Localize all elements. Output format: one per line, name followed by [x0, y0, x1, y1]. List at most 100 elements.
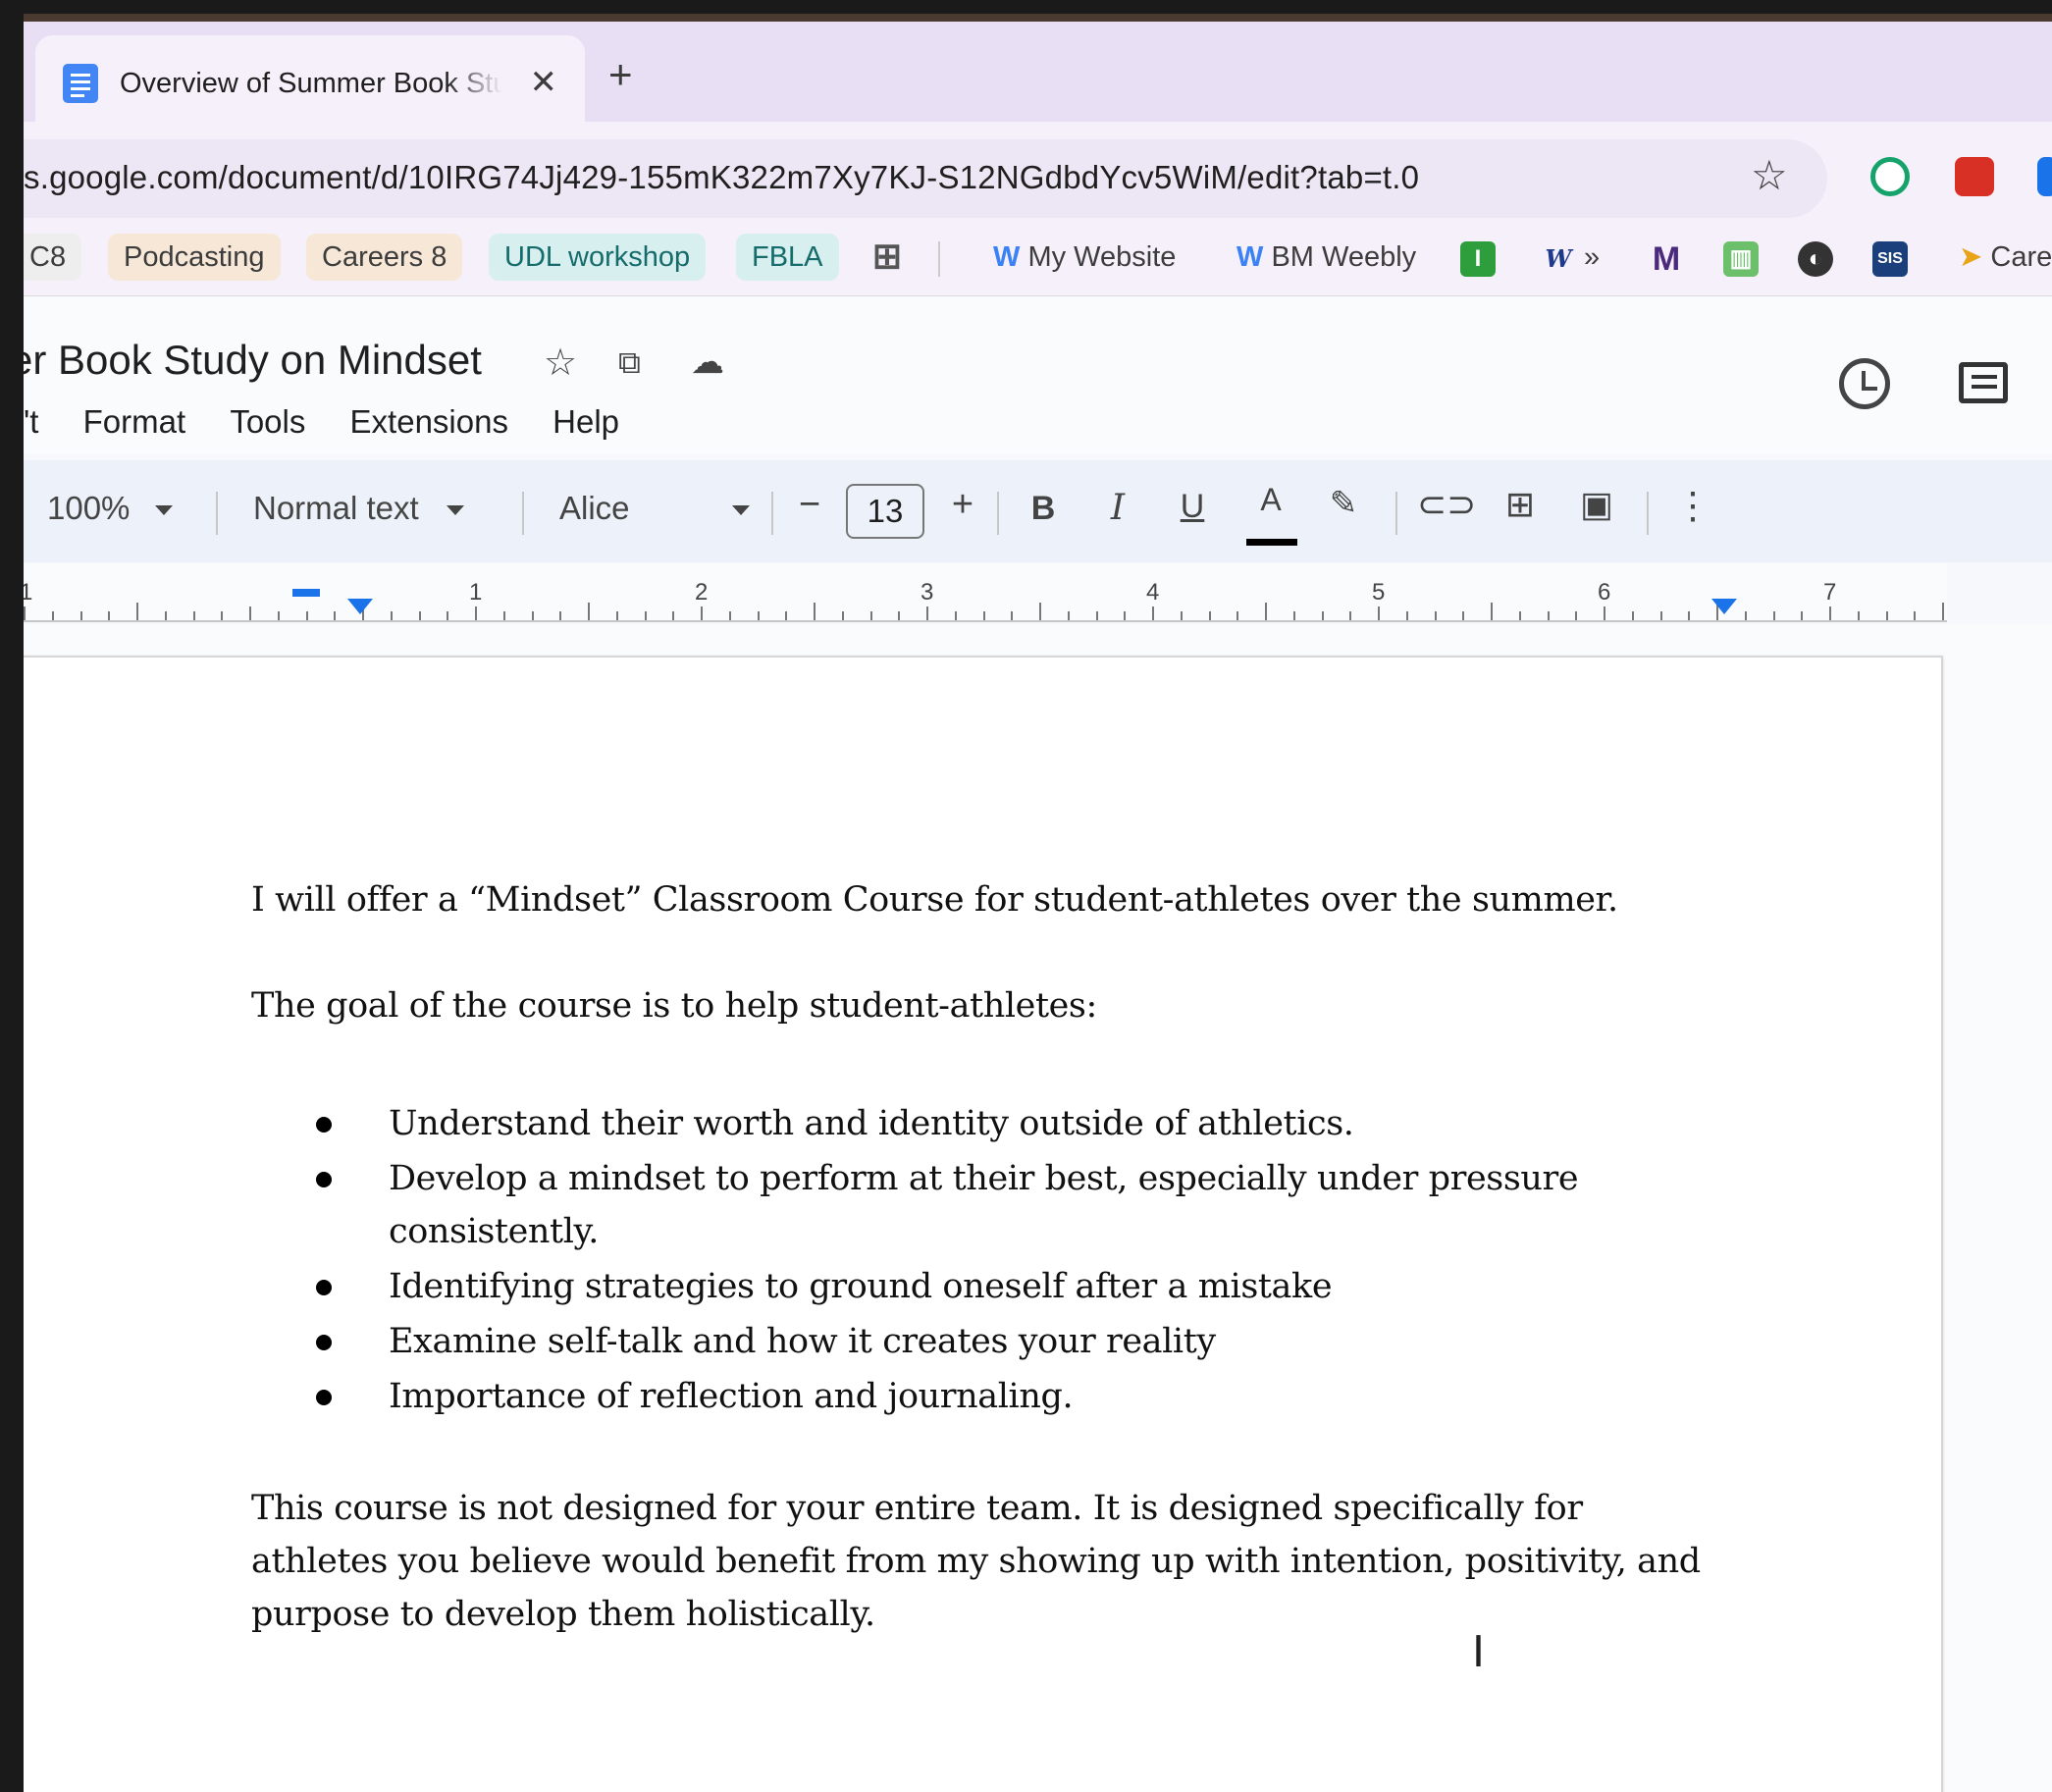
paragraph-intro[interactable]: I will offer a “Mindset” Classroom Cours…: [251, 873, 1782, 926]
decrease-font-size-button[interactable]: −: [785, 484, 834, 526]
menu-bar: 't Format Tools Extensions Help: [24, 403, 655, 441]
browser-toolbar: s.google.com/document/d/10IRG74Jj429-155…: [24, 122, 2052, 220]
bookmark-podcasting[interactable]: Podcasting: [108, 234, 281, 281]
formatting-toolbar: 100% Normal text Alice − 13 + B I U A ✎ …: [24, 460, 2052, 562]
increase-font-size-button[interactable]: +: [938, 484, 987, 526]
ruler-tick: [1659, 611, 1662, 620]
left-indent-marker[interactable]: [347, 599, 373, 614]
toolbar-divider: [216, 492, 218, 535]
green-bookmark-icon[interactable]: ▥: [1723, 241, 1759, 277]
font-size-input[interactable]: 13: [846, 484, 924, 539]
browser-tab[interactable]: Overview of Summer Book Study on Mindset…: [35, 35, 585, 132]
ruler-label: 6: [1598, 579, 1611, 606]
ruler-tick: [1575, 611, 1578, 620]
document-title[interactable]: er Book Study on Mindset: [24, 337, 482, 384]
italic-button[interactable]: I: [1093, 488, 1142, 528]
add-comment-icon[interactable]: ⊞: [1496, 484, 1545, 525]
ruler-label: 4: [1146, 579, 1160, 606]
bookmark-c8[interactable]: C8: [24, 234, 82, 281]
toolbar-divider: [1647, 492, 1649, 535]
ruler-tick: [869, 611, 872, 620]
ruler-tick: [1744, 611, 1747, 620]
menu-format[interactable]: Format: [83, 403, 186, 441]
m-bookmark-icon[interactable]: M: [1649, 241, 1684, 277]
ruler-tick: [192, 611, 195, 620]
ruler-tick: [1857, 611, 1860, 620]
list-item[interactable]: Examine self-talk and how it creates you…: [308, 1315, 1682, 1368]
ruler-tick: [1095, 611, 1098, 620]
extension-icon[interactable]: [2037, 157, 2052, 196]
apps-grid-icon[interactable]: ⊞: [869, 238, 905, 277]
menu-insert[interactable]: 't: [24, 403, 38, 441]
bookmark-careers-8[interactable]: Careers 8: [306, 234, 463, 281]
insert-image-icon[interactable]: ▣: [1572, 484, 1621, 525]
grammarly-extension-icon[interactable]: [1870, 157, 1910, 196]
paragraph-audience[interactable]: This course is not designed for your ent…: [251, 1482, 1704, 1641]
more-bookmarks-chevron[interactable]: »: [1568, 234, 1615, 281]
list-item[interactable]: Importance of reflection and journaling.: [308, 1370, 1682, 1423]
sis-icon[interactable]: SIS: [1872, 241, 1908, 277]
star-icon[interactable]: ☆: [544, 341, 577, 385]
goals-list: Understand their worth and identity outs…: [308, 1097, 1682, 1425]
close-tab-icon[interactable]: ✕: [530, 63, 558, 102]
ruler-tick: [982, 611, 985, 620]
ruler-tick: [108, 611, 111, 620]
ruler-tick: [51, 611, 54, 620]
i-bookmark-icon[interactable]: I: [1460, 241, 1496, 277]
adobe-pdf-extension-icon[interactable]: [1955, 157, 1994, 196]
ruler-tick: [1885, 611, 1888, 620]
list-item[interactable]: Identifying strategies to ground oneself…: [308, 1260, 1682, 1313]
ruler-tick: [1349, 611, 1352, 620]
text-color-button[interactable]: A: [1246, 482, 1295, 518]
bookmark-care[interactable]: ➤ Care: [1943, 234, 2052, 281]
ruler[interactable]: 1 1 2 3 4 5 6 7: [24, 563, 1947, 622]
cloud-saved-icon[interactable]: ☁: [691, 343, 724, 382]
first-line-indent-marker[interactable]: [292, 589, 320, 597]
url-text[interactable]: s.google.com/document/d/10IRG74Jj429-155…: [24, 159, 1419, 196]
comments-icon[interactable]: [1959, 362, 2008, 403]
document-page[interactable]: I will offer a “Mindset” Classroom Cours…: [24, 656, 1943, 1792]
bookmark-bm-weebly[interactable]: W BM Weebly: [1221, 234, 1432, 281]
bookmarks-bar: C8 Podcasting Careers 8 UDL workshop FBL…: [24, 220, 2052, 296]
ruler-tick: [334, 611, 337, 620]
version-history-icon[interactable]: [1839, 358, 1890, 409]
ruler-label: 1: [469, 579, 483, 606]
move-folder-icon[interactable]: ⧉: [618, 344, 641, 382]
text-color-swatch: [1246, 539, 1297, 546]
menu-help[interactable]: Help: [552, 403, 619, 441]
ruler-tick: [1321, 611, 1324, 620]
ruler-tick: [1631, 611, 1634, 620]
list-item[interactable]: Understand their worth and identity outs…: [308, 1097, 1682, 1150]
ruler-tick: [418, 611, 421, 620]
ruler-tick: [615, 611, 618, 620]
paragraph-style-select[interactable]: Normal text: [253, 490, 464, 527]
insert-link-icon[interactable]: ⊂⊃: [1417, 484, 1476, 525]
right-indent-marker[interactable]: [1711, 599, 1737, 614]
ruler-tick: [1829, 606, 1831, 620]
bookmark-fbla[interactable]: FBLA: [736, 234, 839, 281]
zoom-select[interactable]: 100%: [47, 490, 174, 527]
ruler-tick: [644, 611, 647, 620]
ruler-tick: [1688, 611, 1691, 620]
list-item[interactable]: Develop a mindset to perform at their be…: [308, 1152, 1623, 1258]
bookmark-star-icon[interactable]: ☆: [1751, 151, 1788, 199]
menu-tools[interactable]: Tools: [230, 403, 305, 441]
globe-icon[interactable]: ◐: [1798, 241, 1833, 277]
paragraph-goal[interactable]: The goal of the course is to help studen…: [251, 979, 1782, 1032]
bold-button[interactable]: B: [1019, 490, 1068, 528]
ruler-tick: [728, 611, 731, 620]
ruler-tick: [785, 611, 788, 620]
more-options-icon[interactable]: ⋮: [1668, 484, 1717, 528]
highlight-pen-icon[interactable]: ✎: [1319, 484, 1368, 523]
font-select[interactable]: Alice: [559, 490, 750, 527]
new-tab-button[interactable]: +: [608, 51, 633, 98]
address-bar[interactable]: s.google.com/document/d/10IRG74Jj429-155…: [24, 139, 1827, 218]
ruler-label: 1: [24, 579, 33, 606]
ruler-tick: [24, 606, 26, 620]
bookmark-udl-workshop[interactable]: UDL workshop: [489, 234, 707, 281]
bookmark-divider: [938, 241, 940, 277]
menu-extensions[interactable]: Extensions: [350, 403, 508, 441]
bookmark-my-website[interactable]: W My Website: [977, 234, 1191, 281]
underline-button[interactable]: U: [1168, 488, 1217, 526]
ruler-tick: [701, 606, 703, 620]
